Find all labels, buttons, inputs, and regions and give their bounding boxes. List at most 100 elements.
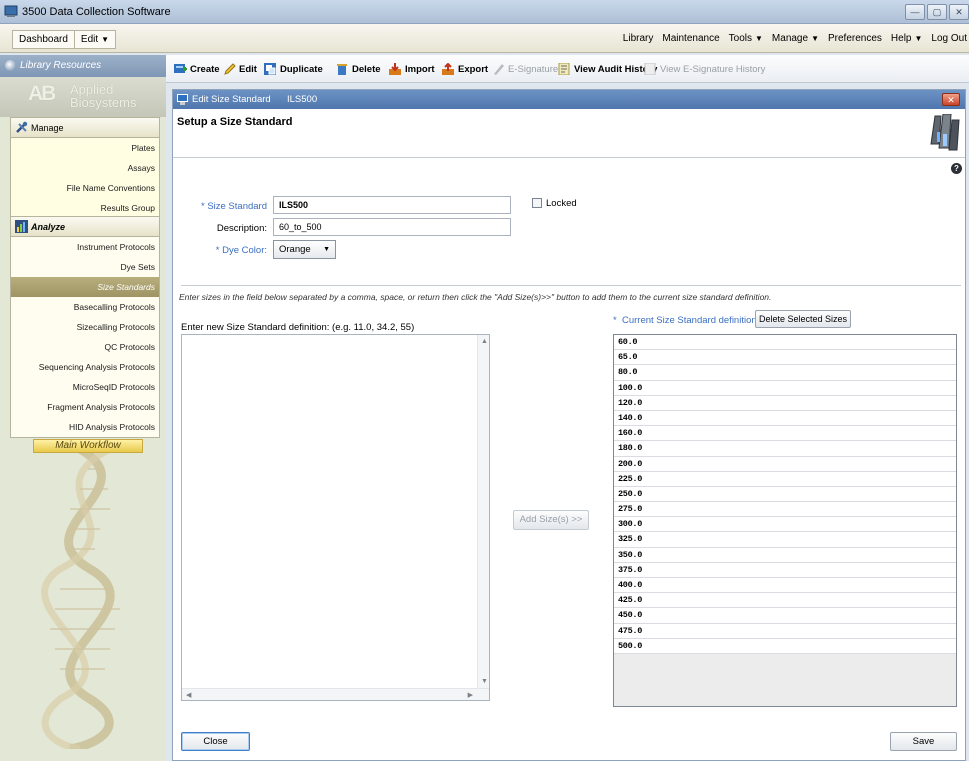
scroll-right-icon[interactable]: ▶ [468,691,473,699]
menu-preferences[interactable]: Preferences [828,33,882,44]
size-standard-label: * Size Standard [177,201,267,212]
library-icon [5,60,16,71]
sidebar-item-sequencing-analysis-protocols[interactable]: Sequencing Analysis Protocols [11,357,159,377]
list-item[interactable]: 375.0 [614,562,956,578]
sidebar-item-hid-analysis-protocols[interactable]: HID Analysis Protocols [11,417,159,437]
sidebar-item-sizecalling-protocols[interactable]: Sizecalling Protocols [11,317,159,337]
list-item[interactable]: 300.0 [614,517,956,533]
new-definition-label: Enter new Size Standard definition: (e.g… [181,322,415,333]
sidebar-item-assays[interactable]: Assays [11,158,159,178]
menu-maintenance[interactable]: Maintenance [662,33,719,44]
save-button[interactable]: Save [890,732,957,751]
app-icon [4,5,18,17]
list-item[interactable]: 65.0 [614,350,956,366]
add-sizes-button[interactable]: Add Size(s) >> [513,510,589,530]
menu-library[interactable]: Library [623,33,654,44]
list-item[interactable]: 350.0 [614,547,956,563]
duplicate-button[interactable]: Duplicate [264,63,323,75]
maximize-button[interactable]: ▢ [927,4,947,20]
import-button[interactable]: Import [389,63,435,75]
sidebar-item-results-group[interactable]: Results Group [11,198,159,218]
manage-section-header[interactable]: Manage [11,118,159,138]
header-divider [173,157,965,158]
list-item[interactable]: 425.0 [614,593,956,609]
window-icon [177,94,188,105]
locked-checkbox[interactable] [532,198,542,208]
sidebar-item-basecalling-protocols[interactable]: Basecalling Protocols [11,297,159,317]
export-button[interactable]: Export [442,63,488,75]
analyze-section-header[interactable]: Analyze [11,217,159,237]
close-icon[interactable]: ✕ [942,93,960,106]
create-button[interactable]: Create [174,63,220,75]
list-item[interactable]: 500.0 [614,638,956,654]
toolbar: Create Edit Duplicate Delete Import Expo… [166,55,969,83]
list-item[interactable]: 60.0 [614,335,956,351]
list-item[interactable]: 475.0 [614,623,956,639]
analyze-section-title: Analyze [31,222,66,232]
view-e-signature-history-button[interactable]: View E-Signature History [644,63,765,75]
signature-history-icon [644,63,656,75]
list-item[interactable]: 450.0 [614,608,956,624]
vertical-scrollbar[interactable]: ▲ ▼ [477,335,489,688]
sidebar-item-qc-protocols[interactable]: QC Protocols [11,337,159,357]
menu-help[interactable]: Help ▼ [891,33,923,44]
menu-manage-label: Manage [771,33,809,44]
new-sizes-textarea[interactable]: ▲ ▼ ◀ ▶ [181,334,490,701]
menu-logout[interactable]: Log Out [931,33,967,44]
horizontal-scrollbar[interactable]: ◀ ▶ [182,688,489,700]
list-item[interactable]: 200.0 [614,456,956,472]
signature-icon [494,64,504,75]
current-sizes-list[interactable]: 60.0 65.0 80.0 100.0 120.0 140.0 160.0 1… [613,334,957,707]
help-icon[interactable]: ? [951,163,962,174]
list-item[interactable]: 140.0 [614,410,956,427]
sidebar-item-microseqid-protocols[interactable]: MicroSeqID Protocols [11,377,159,397]
brand-name: Applied Biosystems [70,83,136,109]
dye-color-select[interactable]: Orange ▼ [273,240,336,259]
delete-button[interactable]: Delete [336,63,381,75]
close-window-button[interactable]: ✕ [949,4,969,20]
list-item[interactable]: 100.0 [614,380,956,396]
list-item[interactable]: 180.0 [614,441,956,457]
scroll-up-icon[interactable]: ▲ [481,338,488,345]
list-item[interactable]: 225.0 [614,471,956,487]
tab-dashboard[interactable]: Dashboard [12,30,75,49]
edit-button[interactable]: Edit [223,63,257,75]
list-item[interactable]: 120.0 [614,395,956,411]
list-item[interactable]: 400.0 [614,578,956,594]
minimize-button[interactable]: — [905,4,925,20]
library-sidebar: Library Resources AB Applied Biosystems M… [0,55,166,761]
sidebar-item-size-standards[interactable]: Size Standards [11,277,159,297]
list-item[interactable]: 80.0 [614,365,956,381]
list-item[interactable]: 275.0 [614,502,956,518]
delete-selected-sizes-button[interactable]: Delete Selected Sizes [755,310,851,328]
sidebar-item-dye-sets[interactable]: Dye Sets [11,257,159,277]
analyze-section: Analyze Instrument Protocols Dye Sets Si… [10,216,160,438]
list-item[interactable]: 325.0 [614,532,956,548]
list-item[interactable]: 250.0 [614,486,956,503]
editor-window-name: ILS500 [287,94,318,105]
sidebar-item-file-name-conventions[interactable]: File Name Conventions [11,178,159,198]
scroll-left-icon[interactable]: ◀ [186,691,191,699]
close-button[interactable]: Close [181,732,250,751]
delete-label: Delete [352,63,381,75]
dye-color-label-text: Dye Color: [222,245,267,256]
scroll-down-icon[interactable]: ▼ [481,678,488,685]
sidebar-item-plates[interactable]: Plates [11,138,159,158]
window-title: 3500 Data Collection Software [22,6,171,18]
import-icon [389,63,401,75]
list-item[interactable]: 160.0 [614,426,956,442]
menu-tools[interactable]: Tools ▼ [729,33,763,44]
sidebar-item-instrument-protocols[interactable]: Instrument Protocols [11,237,159,257]
library-resources-header[interactable]: Library Resources [0,55,166,77]
duplicate-label: Duplicate [280,63,323,75]
menu-manage[interactable]: Manage ▼ [772,33,819,44]
description-field[interactable]: 60_to_500 [273,218,511,236]
tab-edit[interactable]: Edit ▼ [73,30,117,49]
e-signature-button[interactable]: E-Signature [492,63,558,75]
export-label: Export [458,63,489,75]
main-workflow-button[interactable]: Main Workflow [33,439,143,453]
view-audit-history-button[interactable]: View Audit History [558,63,657,75]
size-standard-field[interactable]: ILS500 [273,196,511,214]
sidebar-item-fragment-analysis-protocols[interactable]: Fragment Analysis Protocols [11,397,159,417]
current-definition-label-text: Current Size Standard definition: [621,315,760,326]
